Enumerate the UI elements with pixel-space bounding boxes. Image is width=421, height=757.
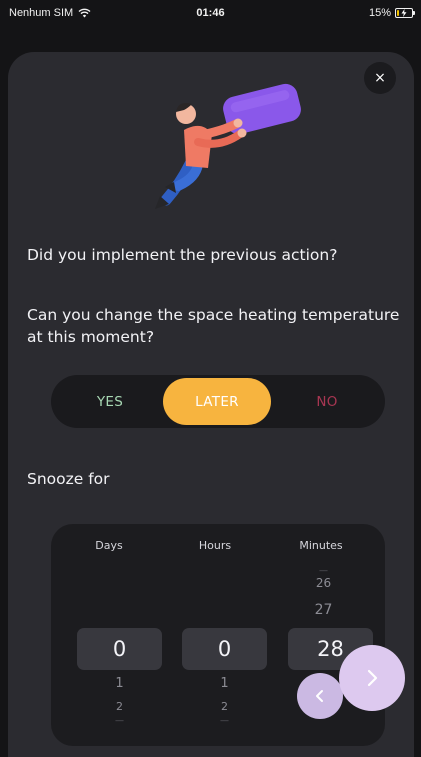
close-button[interactable]: × — [364, 62, 396, 94]
previous-button[interactable] — [297, 673, 343, 719]
days-option[interactable]: 1 — [77, 676, 162, 691]
answer-segmented-control: YES LATER NO — [51, 375, 385, 428]
option-yes-button[interactable]: YES — [56, 378, 164, 425]
days-scroll-dash: — — [115, 716, 124, 726]
battery-percentage: 15% — [368, 7, 391, 19]
minutes-option[interactable]: 26 — [281, 576, 366, 590]
option-later-button[interactable]: LATER — [163, 378, 271, 425]
option-no-button[interactable]: NO — [273, 378, 381, 425]
hours-scroll-dash: — — [220, 716, 229, 726]
snooze-label: Snooze for — [27, 470, 110, 488]
battery-level-fill — [397, 10, 399, 16]
close-icon: × — [374, 70, 386, 86]
question-previous-action: Did you implement the previous action? — [27, 246, 338, 264]
days-option[interactable]: 2 — [77, 700, 162, 713]
minutes-option[interactable]: 27 — [281, 602, 366, 618]
hours-option[interactable]: 1 — [182, 676, 267, 691]
days-column-header: Days — [95, 539, 123, 552]
chevron-left-icon — [316, 690, 323, 702]
flying-person-illustration — [155, 83, 301, 209]
battery-icon — [395, 8, 415, 18]
status-bar: Nenhum SIM 01:46 15% — [0, 0, 421, 34]
question-change-temperature: Can you change the space heating tempera… — [27, 306, 400, 346]
chevron-right-icon — [367, 669, 378, 687]
status-time: 01:46 — [196, 7, 225, 19]
hours-selected-value[interactable]: 0 — [182, 628, 267, 670]
charging-bolt-icon — [401, 9, 407, 17]
hours-column-header: Hours — [198, 539, 232, 552]
next-button[interactable] — [339, 645, 405, 711]
minutes-scroll-dash: — — [319, 566, 328, 576]
screen: Nenhum SIM 01:46 15% × Did you implement… — [0, 0, 421, 757]
days-selected-value[interactable]: 0 — [77, 628, 162, 670]
minutes-column-header: Minutes — [299, 539, 343, 552]
hours-option[interactable]: 2 — [182, 700, 267, 713]
status-battery-group: 15% — [368, 7, 415, 19]
